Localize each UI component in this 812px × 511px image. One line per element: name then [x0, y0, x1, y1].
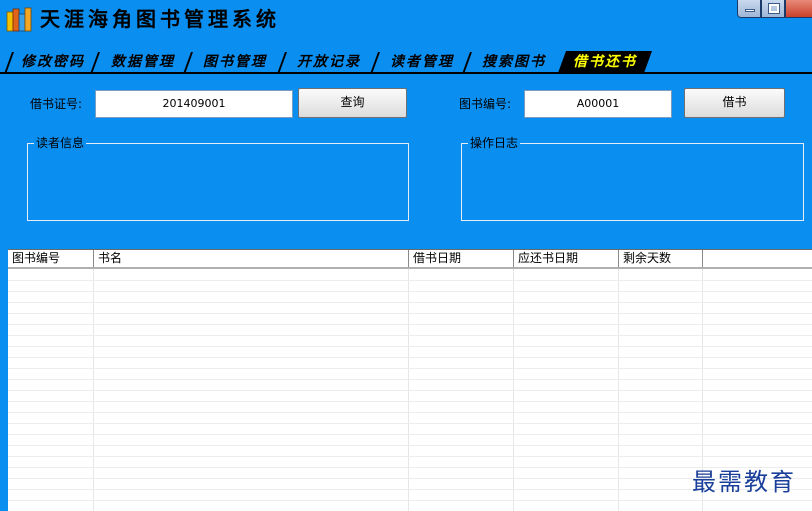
column-header-book-number[interactable]: 图书编号	[8, 250, 94, 267]
book-number-input[interactable]: A00001	[524, 90, 672, 118]
minimize-icon	[745, 9, 755, 12]
tab-search-books[interactable]: 搜索图书	[474, 52, 554, 72]
watermark-text: 最需教育	[692, 468, 796, 496]
card-number-label: 借书证号:	[30, 97, 83, 111]
close-button[interactable]	[785, 0, 812, 18]
reader-info-legend: 读者信息	[34, 135, 87, 151]
column-header-due-date[interactable]: 应还书日期	[514, 250, 619, 267]
books-icon	[6, 7, 32, 32]
app-title: 天涯海角图书管理系统	[40, 7, 280, 31]
column-header-borrow-date[interactable]: 借书日期	[409, 250, 514, 267]
tab-change-password[interactable]: 修改密码	[14, 52, 92, 72]
column-header-days-remaining[interactable]: 剩余天数	[619, 250, 703, 267]
table-row	[8, 500, 812, 511]
tab-borrow-return[interactable]: 借书还书	[566, 52, 644, 72]
tab-reader-management[interactable]: 读者管理	[382, 52, 462, 72]
card-number-input[interactable]: 201409001	[95, 90, 293, 118]
column-header-title[interactable]: 书名	[94, 250, 409, 267]
maximize-icon	[768, 3, 780, 14]
tab-open-records[interactable]: 开放记录	[288, 52, 370, 72]
tab-book-management[interactable]: 图书管理	[196, 52, 274, 72]
tab-data-management[interactable]: 数据管理	[104, 52, 182, 72]
reader-info-group: 读者信息	[27, 135, 409, 221]
title-bar: 天涯海角图书管理系统	[0, 0, 812, 40]
table-header: 图书编号 书名 借书日期 应还书日期 剩余天数	[8, 250, 812, 269]
query-button[interactable]: 查询	[298, 88, 407, 118]
operation-log-legend: 操作日志	[468, 135, 521, 151]
borrow-button[interactable]: 借书	[684, 88, 785, 118]
minimize-button[interactable]	[737, 0, 761, 18]
tab-underline	[0, 72, 812, 74]
maximize-button[interactable]	[761, 0, 785, 18]
operation-log-group: 操作日志	[461, 135, 804, 221]
book-number-label: 图书编号:	[459, 97, 512, 111]
